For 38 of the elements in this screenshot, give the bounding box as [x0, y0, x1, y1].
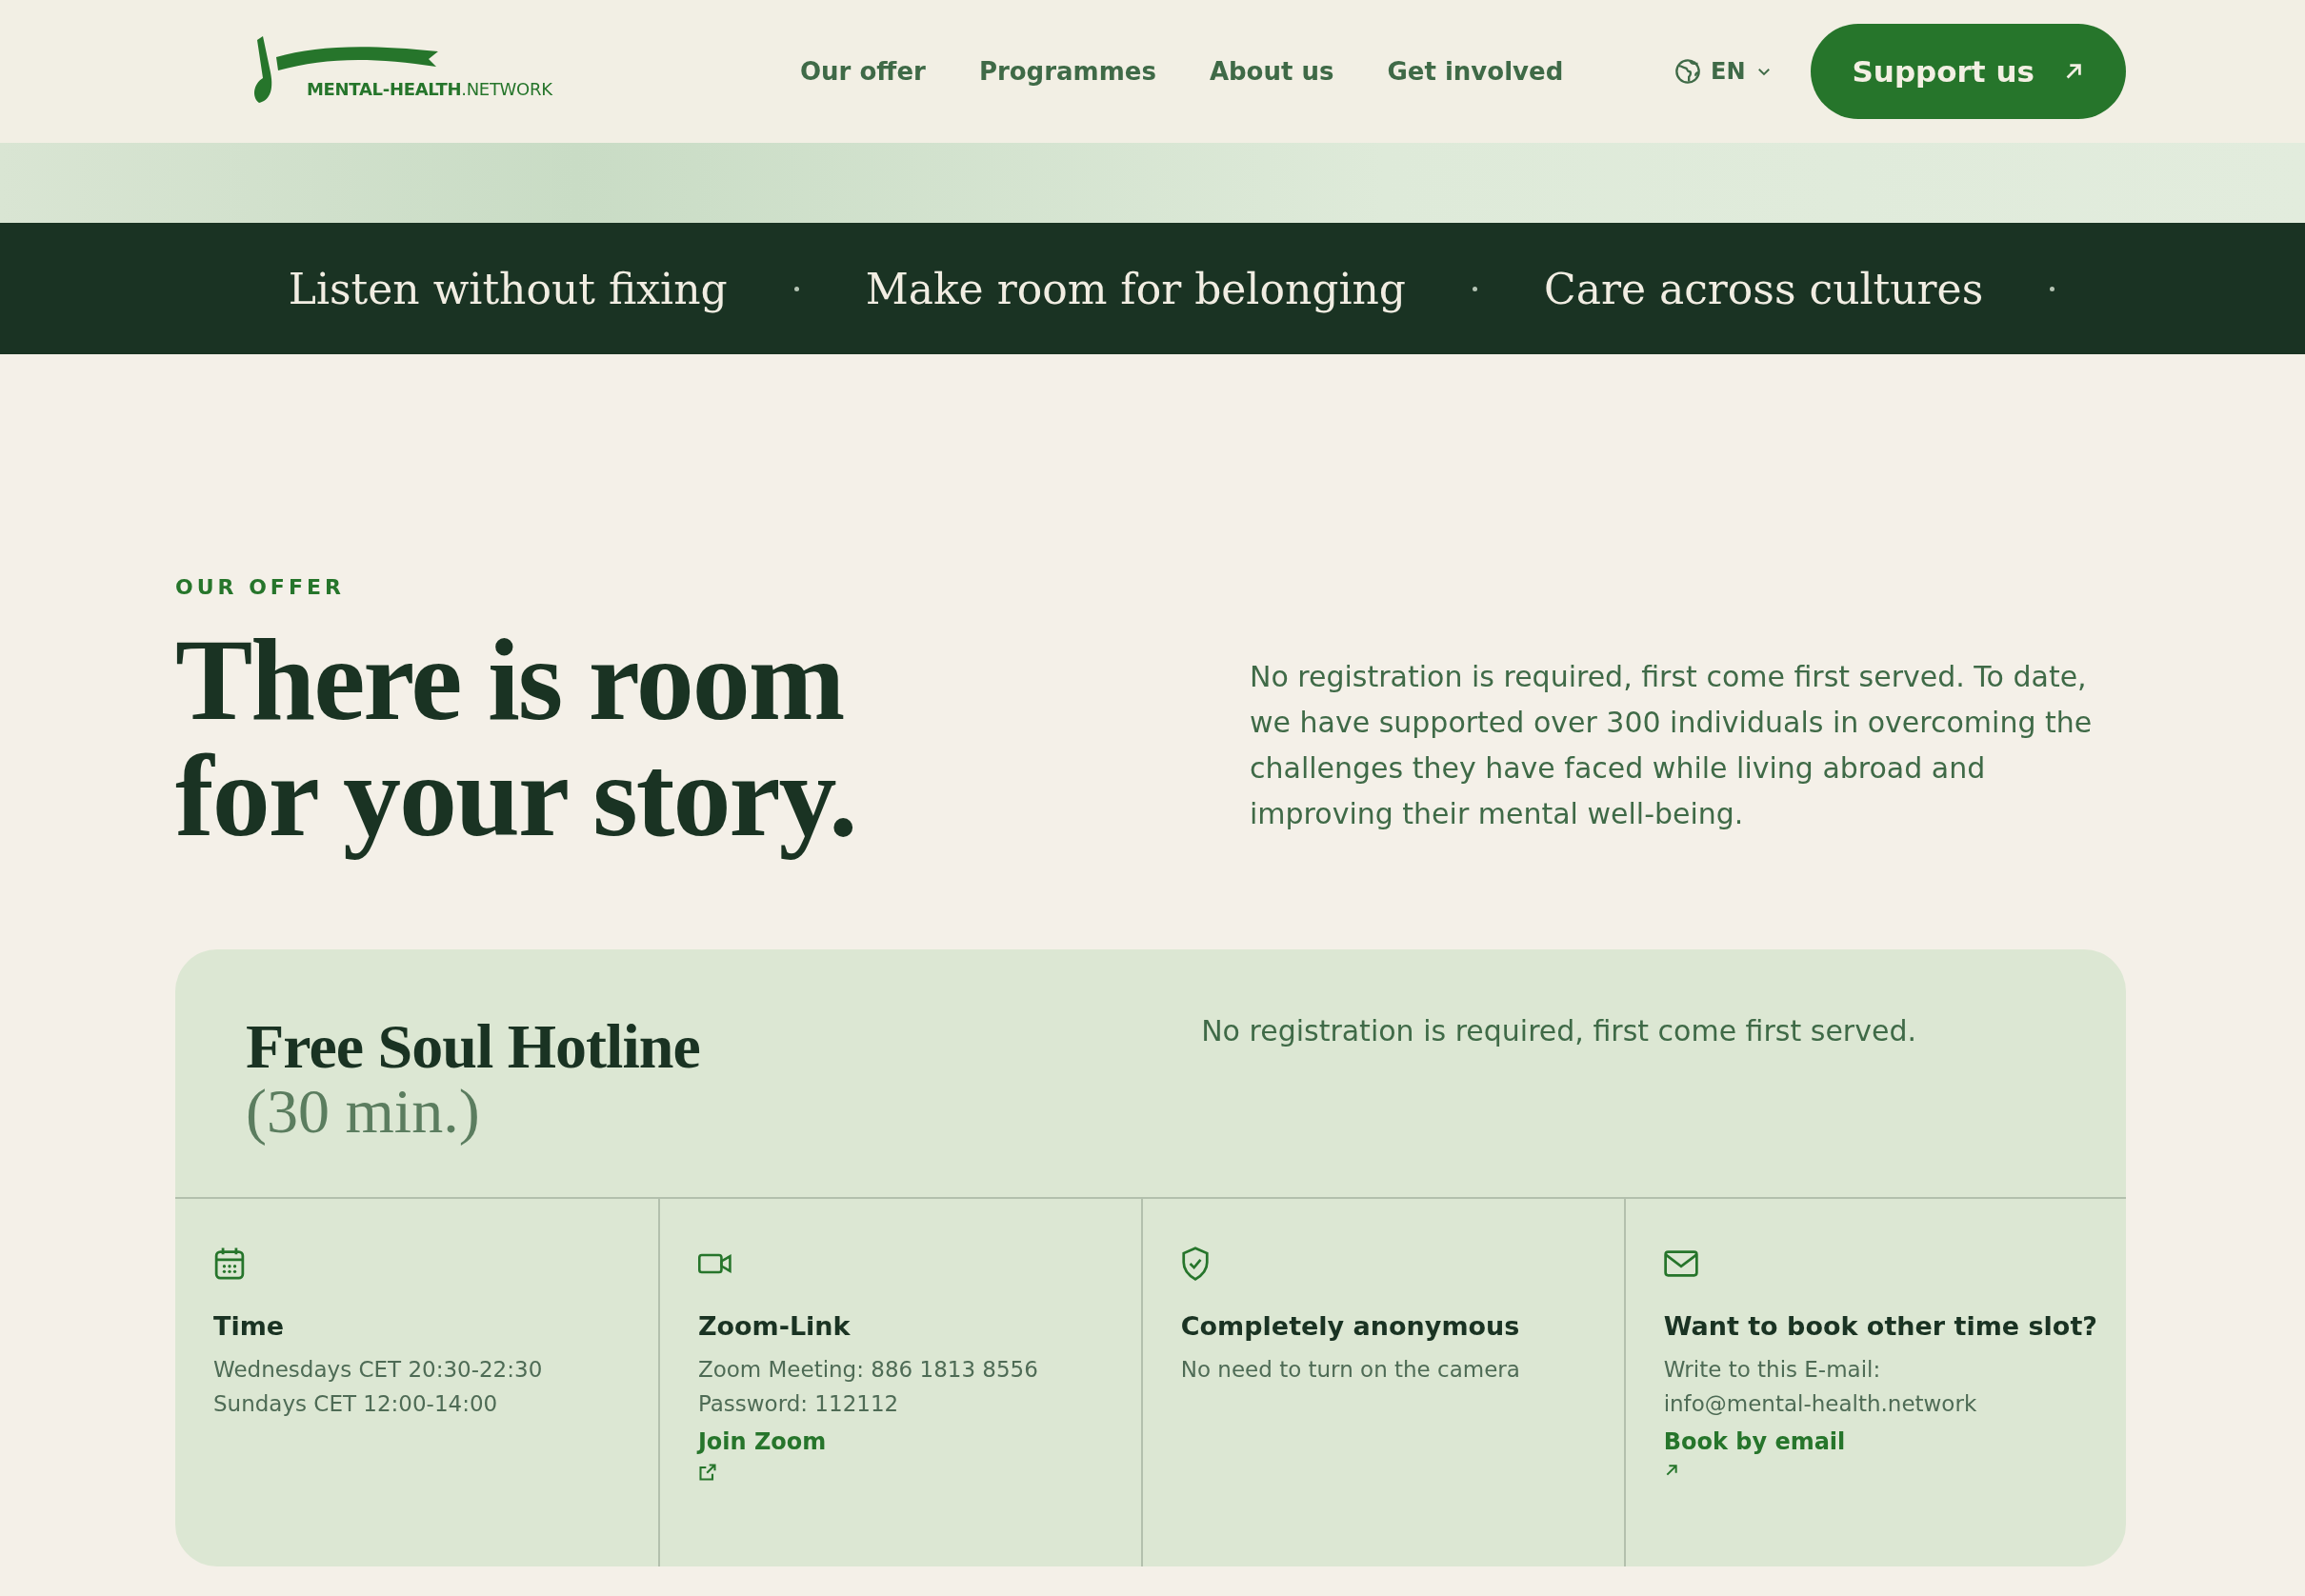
separator-dot — [1473, 286, 1477, 291]
info-text: Sundays CET 12:00-14:00 — [213, 1390, 498, 1418]
language-selector[interactable]: EN — [1674, 58, 1773, 85]
info-text: Wednesdays CET 20:30-22:30 — [213, 1356, 543, 1384]
info-title: Completely anonymous — [1180, 1311, 1520, 1341]
globe-icon — [1674, 58, 1701, 85]
logo-wordmark[interactable]: MENTAL-HEALTH.NETWORK — [278, 79, 552, 99]
nav-link[interactable]: About us — [1209, 57, 1334, 86]
intro-paragraph: No registration is required, first come first served. To date, we have supported over 300 individuals in overcoming the challenges they have faced while living abroad and improving their mental well-being. — [1250, 659, 2094, 832]
info-text: info@mental-health.network — [1663, 1390, 1977, 1418]
card-link[interactable]: Join Zoom — [697, 1428, 827, 1455]
hotline-duration: (30 min.) — [246, 1079, 481, 1144]
card-link[interactable]: Book by email — [1663, 1428, 1846, 1455]
hotline-title: Free Soul Hotline — [246, 1014, 700, 1079]
info-title: Zoom-Link — [697, 1311, 851, 1341]
info-text: Password: 112112 — [697, 1390, 899, 1418]
nav-link[interactable]: Programmes — [978, 57, 1156, 86]
separator-dot — [2050, 286, 2055, 291]
section-heading: There is room for your story. — [175, 618, 857, 862]
section-eyebrow: OUR OFFER — [175, 575, 346, 599]
ticker-text: Listen without fixing — [288, 264, 728, 313]
shield-check-icon — [1180, 1247, 1210, 1281]
info-text: Zoom Meeting: 886 1813 8556 — [697, 1356, 1038, 1384]
info-text: No need to turn on the camera — [1180, 1356, 1520, 1384]
nav-link[interactable]: Our offer — [800, 57, 926, 86]
ticker-text: Care across cultures — [1544, 264, 1984, 313]
support-button[interactable]: Support us — [1810, 24, 2126, 119]
nav-link[interactable]: Get involved — [1387, 57, 1564, 86]
ticker-text: Make room for belonging — [865, 264, 1406, 313]
info-title: Want to book other time slot? — [1663, 1311, 2097, 1341]
info-title: Time — [213, 1311, 285, 1341]
hotline-note: No registration is required, first come first served. — [1201, 1014, 1916, 1049]
info-text: Write to this E-mail: — [1663, 1356, 1881, 1384]
separator-dot — [793, 286, 799, 291]
calendar-icon — [213, 1247, 246, 1281]
envelope-icon — [1663, 1249, 1698, 1278]
external-link-icon[interactable] — [697, 1463, 717, 1482]
video-camera-icon — [697, 1251, 732, 1276]
